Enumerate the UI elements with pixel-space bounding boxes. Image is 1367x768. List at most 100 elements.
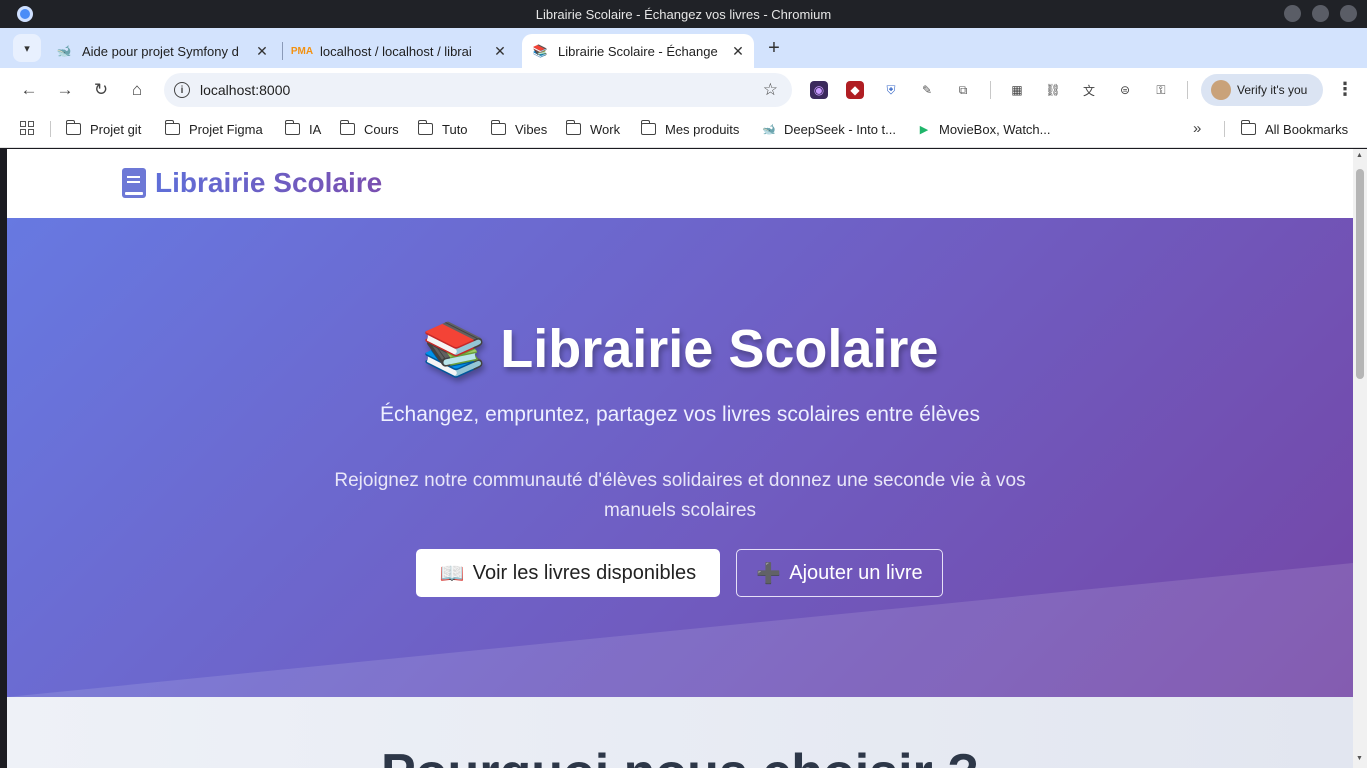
tab-title: Aide pour projet Symfony d [82, 43, 239, 59]
hero-subtitle: Échangez, empruntez, partagez vos livres… [380, 403, 980, 426]
reload-icon[interactable]: ↻ [90, 79, 112, 101]
back-icon[interactable]: ← [18, 79, 40, 101]
close-tab-icon[interactable]: ✕ [490, 43, 510, 60]
deepseek-icon: 🐋 [762, 123, 776, 136]
books-icon: 📚 [532, 44, 548, 58]
folder-icon [565, 120, 581, 135]
site-info-icon[interactable]: i [174, 82, 190, 98]
bookmark-label: Projet Figma [189, 121, 263, 137]
bookmarks-separator [50, 121, 51, 137]
hero-title: 📚 Librairie Scolaire [7, 318, 1353, 380]
bookmark-label: MovieBox, Watch... [939, 121, 1051, 137]
hero-section: 📚 Librairie Scolaire Échangez, empruntez,… [7, 218, 1353, 697]
verify-label: Verify it's you [1237, 83, 1308, 97]
bookmarks-separator [1224, 121, 1225, 137]
open-book-icon: 📖 [439, 562, 465, 585]
maximize-button[interactable] [1312, 5, 1329, 22]
window-title: Librairie Scolaire - Échangez vos livres… [535, 6, 832, 22]
folder-icon [339, 120, 355, 135]
bookmark-folder[interactable]: Tuto [417, 119, 468, 139]
bookmark-label: Mes produits [665, 121, 740, 137]
tab-title: localhost / localhost / librai [320, 43, 472, 59]
new-tab-button[interactable]: + [762, 36, 786, 60]
bookmark-folder[interactable]: Projet Figma [164, 119, 263, 139]
bookmark-label: Cours [364, 121, 399, 137]
tab-symfony-help[interactable]: 🐋 Aide pour projet Symfony d ✕ [46, 34, 278, 68]
scrollbar-thumb[interactable] [1356, 169, 1364, 379]
tab-separator [282, 42, 283, 60]
moviebox-play-icon: ▶ [919, 123, 929, 136]
ublock-shield-icon[interactable]: ◆ [846, 81, 864, 99]
home-icon[interactable]: ⌂ [126, 79, 148, 101]
tab-strip: ▾ 🐋 Aide pour projet Symfony d ✕ PMA loc… [0, 28, 1367, 68]
shield-check-icon[interactable]: ⛨ [882, 81, 900, 99]
address-bar[interactable]: i localhost:8000 ☆ [164, 73, 792, 107]
folder-icon [417, 120, 433, 135]
page-scrollbar[interactable]: ▲ ▼ [1353, 149, 1367, 768]
plus-icon: ➕ [756, 562, 782, 585]
bookmark-moviebox[interactable]: ▶ MovieBox, Watch... [917, 119, 1051, 139]
chromium-logo-icon [17, 6, 33, 22]
hero-description: Rejoignez notre communauté d'élèves soli… [334, 470, 1026, 521]
tab-phpmyadmin[interactable]: PMA localhost / localhost / librai ✕ [284, 34, 516, 68]
link-icon[interactable]: ⛓ [1044, 81, 1062, 99]
close-window-button[interactable] [1340, 5, 1357, 22]
bookmark-label: Tuto [442, 121, 468, 137]
sidepanel-icon[interactable]: ▦ [1008, 81, 1026, 99]
whale-icon: 🐋 [56, 44, 72, 58]
view-books-label: Voir les livres disponibles [472, 561, 697, 584]
bookmark-star-icon[interactable]: ☆ [763, 80, 778, 100]
profile-verify-button[interactable]: Verify it's you [1201, 74, 1323, 106]
toolbar-separator [990, 81, 991, 99]
add-book-button[interactable]: ➕ Ajouter un livre [736, 549, 943, 597]
close-tab-icon[interactable]: ✕ [728, 43, 748, 60]
url-text[interactable]: localhost:8000 [200, 82, 763, 98]
site-brand-link[interactable]: Librairie Scolaire [122, 167, 382, 199]
forward-icon[interactable]: → [54, 79, 76, 101]
incognito-icon[interactable]: ⊜ [1116, 81, 1134, 99]
add-book-label: Ajouter un livre [789, 561, 923, 584]
bookmark-folder[interactable]: Work [565, 119, 620, 139]
view-books-button[interactable]: 📖 Voir les livres disponibles [416, 549, 720, 597]
bookmark-folder[interactable]: Vibes [490, 119, 548, 139]
bookmark-label: Projet git [90, 121, 142, 137]
features-section: Pourquoi nous choisir ? [7, 697, 1353, 768]
tab-librairie-scolaire[interactable]: 📚 Librairie Scolaire - Échange ✕ [522, 34, 754, 68]
translate-icon[interactable]: 文 [1080, 81, 1098, 99]
window-titlebar: Librairie Scolaire - Échangez vos livres… [0, 0, 1367, 28]
bookmarks-bar: Projet git Projet Figma IA Cours Tuto Vi… [0, 112, 1367, 148]
phpmyadmin-icon: PMA [290, 45, 314, 57]
bookmark-label: DeepSeek - Into t... [784, 121, 897, 137]
tab-search-button[interactable]: ▾ [13, 34, 41, 62]
avatar [1211, 80, 1231, 100]
bookmark-label: Vibes [515, 121, 548, 137]
extensions-puzzle-icon[interactable]: ⧉ [954, 81, 972, 99]
window-left-edge [0, 149, 7, 768]
bookmark-deepseek[interactable]: 🐋 DeepSeek - Into t... [762, 119, 896, 139]
close-tab-icon[interactable]: ✕ [252, 43, 272, 60]
menu-kebab-icon[interactable]: ⋮ [1336, 79, 1354, 101]
folder-icon [1240, 120, 1256, 135]
bookmark-folder[interactable]: Mes produits [640, 119, 740, 139]
folder-icon [284, 120, 300, 135]
folder-icon [640, 120, 656, 135]
page-viewport: Librairie Scolaire 📚 Librairie Scolaire É… [7, 149, 1353, 768]
site-header: Librairie Scolaire [7, 149, 1353, 218]
scroll-down-arrow-icon[interactable]: ▼ [1356, 755, 1363, 762]
browser-toolbar: ← → ↻ ⌂ i localhost:8000 ☆ ◉ ◆ ⛨ ✎ ⧉ ▦ ⛓… [0, 68, 1367, 112]
password-key-icon[interactable]: ⚿ [1152, 81, 1170, 99]
minimize-button[interactable] [1284, 5, 1301, 22]
scroll-up-arrow-icon[interactable]: ▲ [1356, 152, 1363, 159]
bookmark-folder[interactable]: Projet git [65, 119, 142, 139]
bookmark-folder[interactable]: IA [284, 119, 321, 139]
apps-grid-icon[interactable] [20, 121, 34, 135]
more-bookmarks-chevron-icon[interactable]: » [1193, 120, 1201, 137]
all-bookmarks-folder[interactable]: All Bookmarks [1240, 119, 1348, 139]
extension-purple-icon[interactable]: ◉ [810, 81, 828, 99]
hero-title-text: Librairie Scolaire [500, 319, 939, 379]
bookmark-folder[interactable]: Cours [339, 119, 399, 139]
hero-wave-shape [7, 563, 1353, 697]
folder-icon [490, 120, 506, 135]
tab-title: Librairie Scolaire - Échange [558, 43, 718, 59]
extension-glasses-icon[interactable]: ✎ [918, 81, 936, 99]
